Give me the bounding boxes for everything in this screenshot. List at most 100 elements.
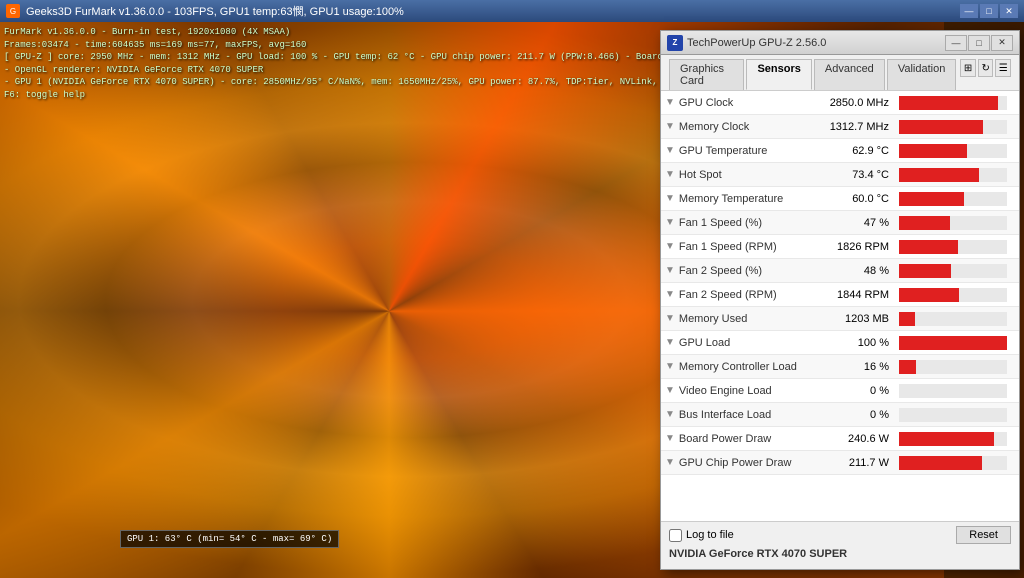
sensor-bar-container: [899, 288, 1007, 302]
sensor-dropdown-icon[interactable]: ▼: [665, 457, 675, 468]
sensor-dropdown-icon[interactable]: ▼: [665, 289, 675, 300]
sensor-name-label: ▼Memory Clock: [665, 121, 825, 133]
gpuz-title-left: Z TechPowerUp GPU-Z 2.56.0: [667, 35, 826, 51]
sensor-dropdown-icon[interactable]: ▼: [665, 313, 675, 324]
sensor-value: 60.0 °C: [825, 193, 895, 205]
furmark-icon: G: [6, 4, 20, 18]
sensor-dropdown-icon[interactable]: ▼: [665, 385, 675, 396]
gpuz-footer-controls: Log to file Reset: [669, 526, 1011, 544]
sensor-value: 0 %: [825, 385, 895, 397]
gpuz-close-button[interactable]: ✕: [991, 35, 1013, 51]
sensor-bar-container: [899, 336, 1007, 350]
sensor-bar-container: [899, 240, 1007, 254]
sensor-row: ▼Fan 2 Speed (%)48 %: [661, 259, 1019, 283]
furmark-minimize-button[interactable]: —: [960, 4, 978, 18]
tab-advanced[interactable]: Advanced: [814, 59, 885, 90]
sensor-dropdown-icon[interactable]: ▼: [665, 265, 675, 276]
sensor-bar: [899, 96, 998, 110]
furmark-title: Geeks3D FurMark v1.36.0.0 - 103FPS, GPU1…: [26, 3, 404, 19]
sensor-name-label: ▼GPU Load: [665, 337, 825, 349]
sensor-name-label: ▼GPU Clock: [665, 97, 825, 109]
sensor-row: ▼Memory Used1203 MB: [661, 307, 1019, 331]
gpuz-minimize-button[interactable]: —: [945, 35, 967, 51]
sensor-bar-container: [899, 192, 1007, 206]
sensor-name-label: ▼Fan 2 Speed (RPM): [665, 289, 825, 301]
log-to-file-text: Log to file: [686, 529, 734, 541]
furmark-close-button[interactable]: ✕: [1000, 4, 1018, 18]
sensor-dropdown-icon[interactable]: ▼: [665, 361, 675, 372]
gpu-temp-box: GPU 1: 63° C (min= 54° C - max= 69° C): [120, 530, 339, 548]
sensor-bar-container: [899, 384, 1007, 398]
gpuz-logo-icon: Z: [667, 35, 683, 51]
sensor-bar: [899, 192, 964, 206]
sensor-dropdown-icon[interactable]: ▼: [665, 337, 675, 348]
log-to-file-label[interactable]: Log to file: [669, 529, 734, 542]
sensor-bar-container: [899, 216, 1007, 230]
sensor-dropdown-icon[interactable]: ▼: [665, 169, 675, 180]
tab-validation[interactable]: Validation: [887, 59, 957, 90]
sensor-bar: [899, 144, 967, 158]
sensor-bar: [899, 432, 994, 446]
sensor-value: 48 %: [825, 265, 895, 277]
sensor-value: 211.7 W: [825, 457, 895, 469]
grid-icon[interactable]: ⊞: [960, 59, 976, 77]
reset-button[interactable]: Reset: [956, 526, 1011, 544]
sensor-row: ▼GPU Clock2850.0 MHz: [661, 91, 1019, 115]
menu-icon[interactable]: ☰: [995, 59, 1011, 77]
sensor-row: ▼Memory Clock1312.7 MHz: [661, 115, 1019, 139]
gpu-name-text: NVIDIA GeForce RTX 4070 SUPER: [669, 548, 847, 560]
furmark-maximize-button[interactable]: □: [980, 4, 998, 18]
sensor-name-label: ▼Memory Used: [665, 313, 825, 325]
tab-graphics-card[interactable]: Graphics Card: [669, 59, 744, 90]
sensor-value: 1203 MB: [825, 313, 895, 325]
gpuz-footer: Log to file Reset NVIDIA GeForce RTX 407…: [661, 521, 1019, 569]
sensor-value: 1312.7 MHz: [825, 121, 895, 133]
sensor-dropdown-icon[interactable]: ▼: [665, 193, 675, 204]
furmark-window-buttons: — □ ✕: [960, 4, 1018, 18]
sensor-dropdown-icon[interactable]: ▼: [665, 409, 675, 420]
gpuz-maximize-button[interactable]: □: [968, 35, 990, 51]
sensor-dropdown-icon[interactable]: ▼: [665, 433, 675, 444]
furmark-titlebar: G Geeks3D FurMark v1.36.0.0 - 103FPS, GP…: [0, 0, 1024, 22]
sensor-bar: [899, 456, 982, 470]
sensor-value: 240.6 W: [825, 433, 895, 445]
sensor-dropdown-icon[interactable]: ▼: [665, 145, 675, 156]
sensor-bar: [899, 312, 915, 326]
gpuz-window: Z TechPowerUp GPU-Z 2.56.0 — □ ✕ Graphic…: [660, 30, 1020, 570]
sensor-row: ▼Bus Interface Load0 %: [661, 403, 1019, 427]
tab-sensors[interactable]: Sensors: [746, 59, 811, 90]
sensor-value: 2850.0 MHz: [825, 97, 895, 109]
log-to-file-checkbox[interactable]: [669, 529, 682, 542]
sensor-bar-container: [899, 144, 1007, 158]
sensor-bar: [899, 360, 916, 374]
sensor-row: ▼Fan 1 Speed (%)47 %: [661, 211, 1019, 235]
sensor-dropdown-icon[interactable]: ▼: [665, 121, 675, 132]
sensor-row: ▼Fan 1 Speed (RPM)1826 RPM: [661, 235, 1019, 259]
sensor-row: ▼Memory Temperature60.0 °C: [661, 187, 1019, 211]
sensors-list: ▼GPU Clock2850.0 MHz▼Memory Clock1312.7 …: [661, 91, 1019, 539]
sensor-row: ▼Memory Controller Load16 %: [661, 355, 1019, 379]
sensor-bar-container: [899, 264, 1007, 278]
sensor-dropdown-icon[interactable]: ▼: [665, 97, 675, 108]
sensor-row: ▼Video Engine Load0 %: [661, 379, 1019, 403]
sensor-row: ▼GPU Chip Power Draw211.7 W: [661, 451, 1019, 475]
sensor-bar: [899, 240, 958, 254]
gpuz-title: TechPowerUp GPU-Z 2.56.0: [687, 37, 826, 49]
sensor-name-label: ▼Video Engine Load: [665, 385, 825, 397]
sensor-name-label: ▼Bus Interface Load: [665, 409, 825, 421]
gpu-name-footer: NVIDIA GeForce RTX 4070 SUPER: [669, 548, 1011, 560]
sensor-bar-container: [899, 432, 1007, 446]
sensor-value: 47 %: [825, 217, 895, 229]
sensor-bar-container: [899, 168, 1007, 182]
sensor-bar: [899, 264, 951, 278]
sensor-bar: [899, 120, 983, 134]
sensor-bar: [899, 336, 1007, 350]
sensor-row: ▼GPU Temperature62.9 °C: [661, 139, 1019, 163]
sensor-value: 62.9 °C: [825, 145, 895, 157]
sensor-bar-container: [899, 456, 1007, 470]
sensor-name-label: ▼Fan 2 Speed (%): [665, 265, 825, 277]
sensor-value: 100 %: [825, 337, 895, 349]
sensor-dropdown-icon[interactable]: ▼: [665, 241, 675, 252]
sensor-dropdown-icon[interactable]: ▼: [665, 217, 675, 228]
refresh-icon[interactable]: ↻: [978, 59, 994, 77]
